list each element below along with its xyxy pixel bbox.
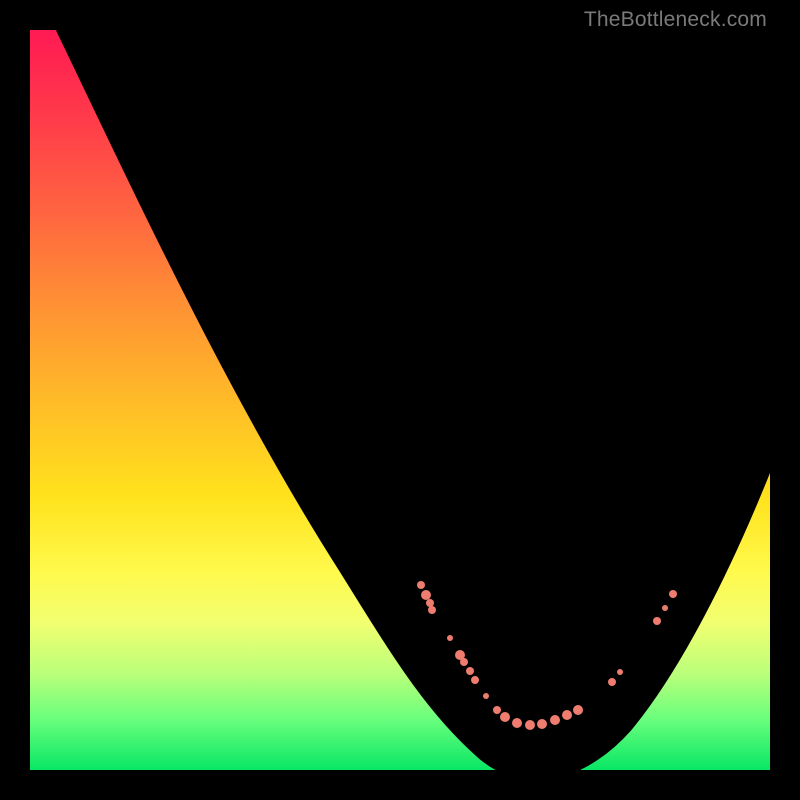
curve-path (57, 30, 770, 770)
chart-root: TheBottleneck.com (0, 0, 800, 800)
data-dot (573, 705, 583, 715)
data-dot (662, 605, 668, 611)
watermark: TheBottleneck.com (584, 8, 767, 32)
curve-line (30, 30, 770, 770)
data-dot (669, 590, 677, 598)
data-dot (493, 706, 501, 714)
data-dot (483, 693, 489, 699)
data-dot (537, 719, 547, 729)
data-dot (653, 617, 661, 625)
data-dot (447, 635, 453, 641)
data-dot (562, 710, 572, 720)
data-dot (500, 712, 510, 722)
data-dot (525, 720, 535, 730)
data-dot (608, 678, 616, 686)
data-dot (512, 718, 522, 728)
data-dot (550, 715, 560, 725)
data-dot (617, 669, 623, 675)
data-dot (466, 667, 474, 675)
data-dot (417, 581, 425, 589)
data-dot (460, 658, 468, 666)
data-dot (471, 676, 479, 684)
plot-area (30, 30, 770, 770)
data-dot (428, 606, 436, 614)
